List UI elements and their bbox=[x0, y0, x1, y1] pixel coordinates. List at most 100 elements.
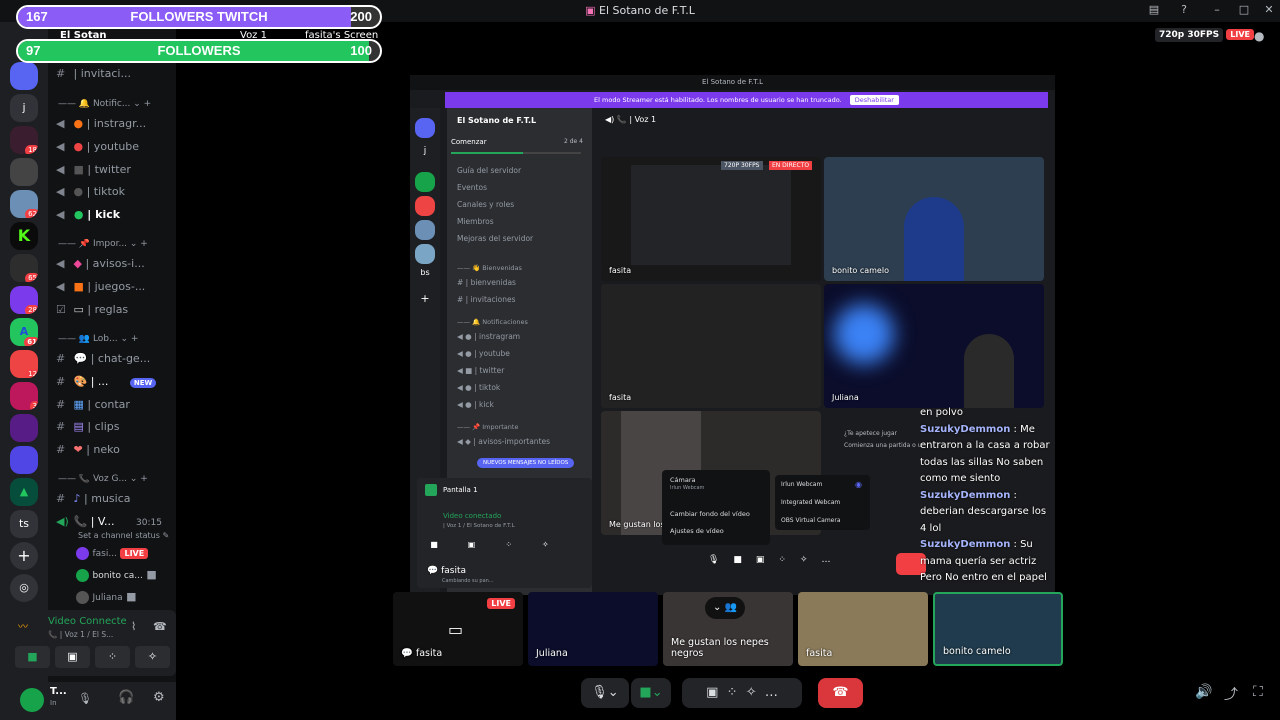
channel-instagram[interactable]: ◀ ● | instragr... bbox=[56, 117, 176, 137]
camera-option[interactable]: Irlun Webcam bbox=[781, 481, 822, 488]
server-avatar[interactable] bbox=[10, 158, 38, 186]
server-avatar[interactable]: ▲ bbox=[10, 478, 38, 506]
inner-channel[interactable]: ◀ ■ | twitter bbox=[457, 366, 587, 381]
server-bs[interactable]: bs bbox=[415, 268, 435, 288]
call-actions-group[interactable]: ▣ ⁘ ✧ … bbox=[682, 678, 802, 708]
server-avatar[interactable] bbox=[415, 220, 435, 240]
inner-channel[interactable]: ◀ ● | instragram bbox=[457, 332, 587, 347]
channel-tiktok[interactable]: ◀ ● | tiktok bbox=[56, 185, 176, 205]
share-screen-button[interactable]: ▣ bbox=[55, 646, 90, 668]
headphones-icon[interactable]: 🎧 bbox=[118, 690, 134, 705]
channel-chat-general[interactable]: # 💬 | chat-ge... bbox=[56, 352, 176, 372]
camera-option[interactable]: OBS Virtual Camera bbox=[781, 517, 841, 524]
kick-server-icon[interactable]: K bbox=[10, 222, 38, 250]
menu-guide[interactable]: Guía del servidor bbox=[457, 166, 587, 181]
menu-events[interactable]: Eventos bbox=[457, 183, 587, 198]
channel-contar[interactable]: # ▦ | contar bbox=[56, 398, 176, 418]
inner-category[interactable]: —— 🔔 Notificaciones bbox=[457, 318, 587, 333]
server-avatar[interactable] bbox=[415, 118, 435, 138]
channel-new[interactable]: # 🎨 | ... NEW bbox=[56, 375, 176, 395]
category-voz[interactable]: —— 📞 Voz G... ⌄ + bbox=[58, 474, 173, 488]
channel-musica[interactable]: # ♪ | musica bbox=[56, 492, 176, 512]
soundboard-button[interactable]: ✧ bbox=[135, 646, 170, 668]
popout-icon[interactable]: ⤴ bbox=[1224, 684, 1238, 704]
noise-suppression-icon[interactable]: ⌇ bbox=[131, 620, 136, 633]
inner-channel[interactable]: # | invitaciones bbox=[457, 295, 587, 310]
microphone-icon[interactable]: 🎙 bbox=[78, 692, 92, 705]
maximize-button[interactable]: □ bbox=[1235, 3, 1253, 19]
settings-icon[interactable]: ⚙ bbox=[153, 690, 165, 705]
camera-button[interactable]: ■⌄ bbox=[631, 678, 671, 708]
server-avatar[interactable] bbox=[10, 446, 38, 474]
server-avatar[interactable] bbox=[10, 414, 38, 442]
video-tile-fasita-screen[interactable]: 720P 30FPS EN DIRECTO fasita bbox=[601, 157, 821, 281]
strip-tile-juliana[interactable]: Juliana bbox=[528, 592, 658, 666]
channel-kick[interactable]: ◀ ● | kick bbox=[56, 208, 176, 228]
volume-icon[interactable]: 🔊 bbox=[1195, 684, 1212, 700]
server-j[interactable]: j bbox=[415, 146, 435, 166]
strip-tile-bonito-camelo[interactable]: bonito camelo bbox=[933, 592, 1063, 666]
video-tile-fasita[interactable]: fasita bbox=[601, 284, 821, 408]
channel-reglas[interactable]: ☑ ▭ | reglas bbox=[56, 303, 176, 323]
inner-call-controls[interactable]: 🎙■▣⁘✧… bbox=[708, 555, 845, 565]
leave-call-button[interactable]: ☎ bbox=[818, 678, 863, 708]
video-tile-juliana[interactable]: Juliana bbox=[824, 284, 1044, 408]
chat-icon[interactable]: ● bbox=[1254, 29, 1264, 43]
channel-neko[interactable]: # ❤ | neko bbox=[56, 443, 176, 463]
expand-participants-button[interactable]: ⌄ 👥 bbox=[705, 597, 745, 619]
inner-channel[interactable]: ◀ ◆ | avisos-importantes bbox=[457, 437, 587, 452]
inner-channel[interactable]: ◀ ● | youtube bbox=[457, 349, 587, 364]
menu-members[interactable]: Miembros bbox=[457, 217, 587, 232]
video-settings-item[interactable]: Ajustes de vídeo bbox=[670, 527, 724, 535]
channel-clips[interactable]: # ▤ | clips bbox=[56, 420, 176, 440]
category-lobby[interactable]: —— 👥 Lob... ⌄ + bbox=[58, 334, 173, 348]
channel-avisos[interactable]: ◀ ◆ | avisos-i... bbox=[56, 257, 176, 277]
server-avatar[interactable]: 65 bbox=[10, 254, 38, 282]
server-j[interactable]: j bbox=[10, 94, 38, 122]
server-avatar[interactable]: 3 bbox=[10, 382, 38, 410]
user-avatar[interactable] bbox=[20, 688, 44, 712]
inner-channel[interactable]: ◀ ● | tiktok bbox=[457, 383, 587, 398]
minimize-button[interactable]: – bbox=[1208, 3, 1226, 19]
camera-menu-item[interactable]: Cámara bbox=[670, 476, 696, 484]
channel-youtube[interactable]: ◀ ● | youtube bbox=[56, 140, 176, 160]
strip-tile-fasita-screen[interactable]: ▭ LIVE 💬 fasita bbox=[393, 592, 523, 666]
inner-channel[interactable]: ◀ ● | kick bbox=[457, 400, 587, 415]
server-avatar[interactable]: 28 bbox=[10, 286, 38, 314]
inbox-icon[interactable]: ▤ bbox=[1145, 3, 1163, 19]
video-tile-bonito-camelo[interactable]: bonito camelo bbox=[824, 157, 1044, 281]
disconnect-icon[interactable]: ☎ bbox=[153, 620, 167, 633]
channel-juegos[interactable]: ◀ ■ | juegos-... bbox=[56, 280, 176, 300]
server-avatar[interactable] bbox=[415, 172, 435, 192]
inner-category[interactable]: —— 📌 Importante bbox=[457, 423, 587, 438]
inner-voice-controls[interactable]: ■▣⁘✧ bbox=[427, 540, 582, 554]
activities-button[interactable]: ⁘ bbox=[95, 646, 130, 668]
camera-toggle-button[interactable]: ■ bbox=[15, 646, 50, 668]
server-avatar[interactable] bbox=[415, 196, 435, 216]
inner-channel[interactable]: # | bienvenidas bbox=[457, 278, 587, 293]
server-avatar[interactable]: 62 bbox=[10, 190, 38, 218]
server-avatar[interactable]: 18 bbox=[10, 126, 38, 154]
add-server-icon[interactable]: + bbox=[415, 292, 435, 312]
server-avatar[interactable] bbox=[10, 62, 38, 90]
inner-category[interactable]: —— 👋 Bienvenidas bbox=[457, 264, 587, 279]
camera-option[interactable]: Integrated Webcam bbox=[781, 499, 840, 506]
fullscreen-icon[interactable]: ⛶ bbox=[1253, 684, 1263, 700]
add-server-icon[interactable]: + bbox=[10, 542, 38, 570]
server-avatar[interactable] bbox=[415, 244, 435, 264]
voice-user[interactable]: Juliana ■ bbox=[76, 590, 176, 610]
disable-streamer-button[interactable]: Deshabilitar bbox=[849, 95, 899, 105]
close-window-button[interactable]: ✕ bbox=[1260, 3, 1278, 19]
server-avatar[interactable]: 12 bbox=[10, 350, 38, 378]
category-notificaciones[interactable]: —— 🔔 Notific... ⌄ + bbox=[58, 99, 173, 113]
category-importante[interactable]: —— 📌 Impor... ⌄ + bbox=[58, 239, 173, 253]
voice-user[interactable]: bonito ca... ■ bbox=[76, 568, 176, 588]
menu-channels[interactable]: Canales y roles bbox=[457, 200, 587, 215]
inner-start-label[interactable]: Comenzar bbox=[451, 138, 487, 146]
strip-tile-fasita[interactable]: fasita bbox=[798, 592, 928, 666]
strip-tile-me-gustan[interactable]: ⌄ 👥 Me gustan los nepes negros bbox=[663, 592, 793, 666]
microphone-button[interactable]: 🎙⌄ bbox=[581, 678, 629, 708]
channel-twitter[interactable]: ◀ ■ | twitter bbox=[56, 163, 176, 183]
menu-boosts[interactable]: Mejoras del servidor bbox=[457, 234, 587, 249]
change-background-item[interactable]: Cambiar fondo del vídeo bbox=[670, 510, 750, 518]
